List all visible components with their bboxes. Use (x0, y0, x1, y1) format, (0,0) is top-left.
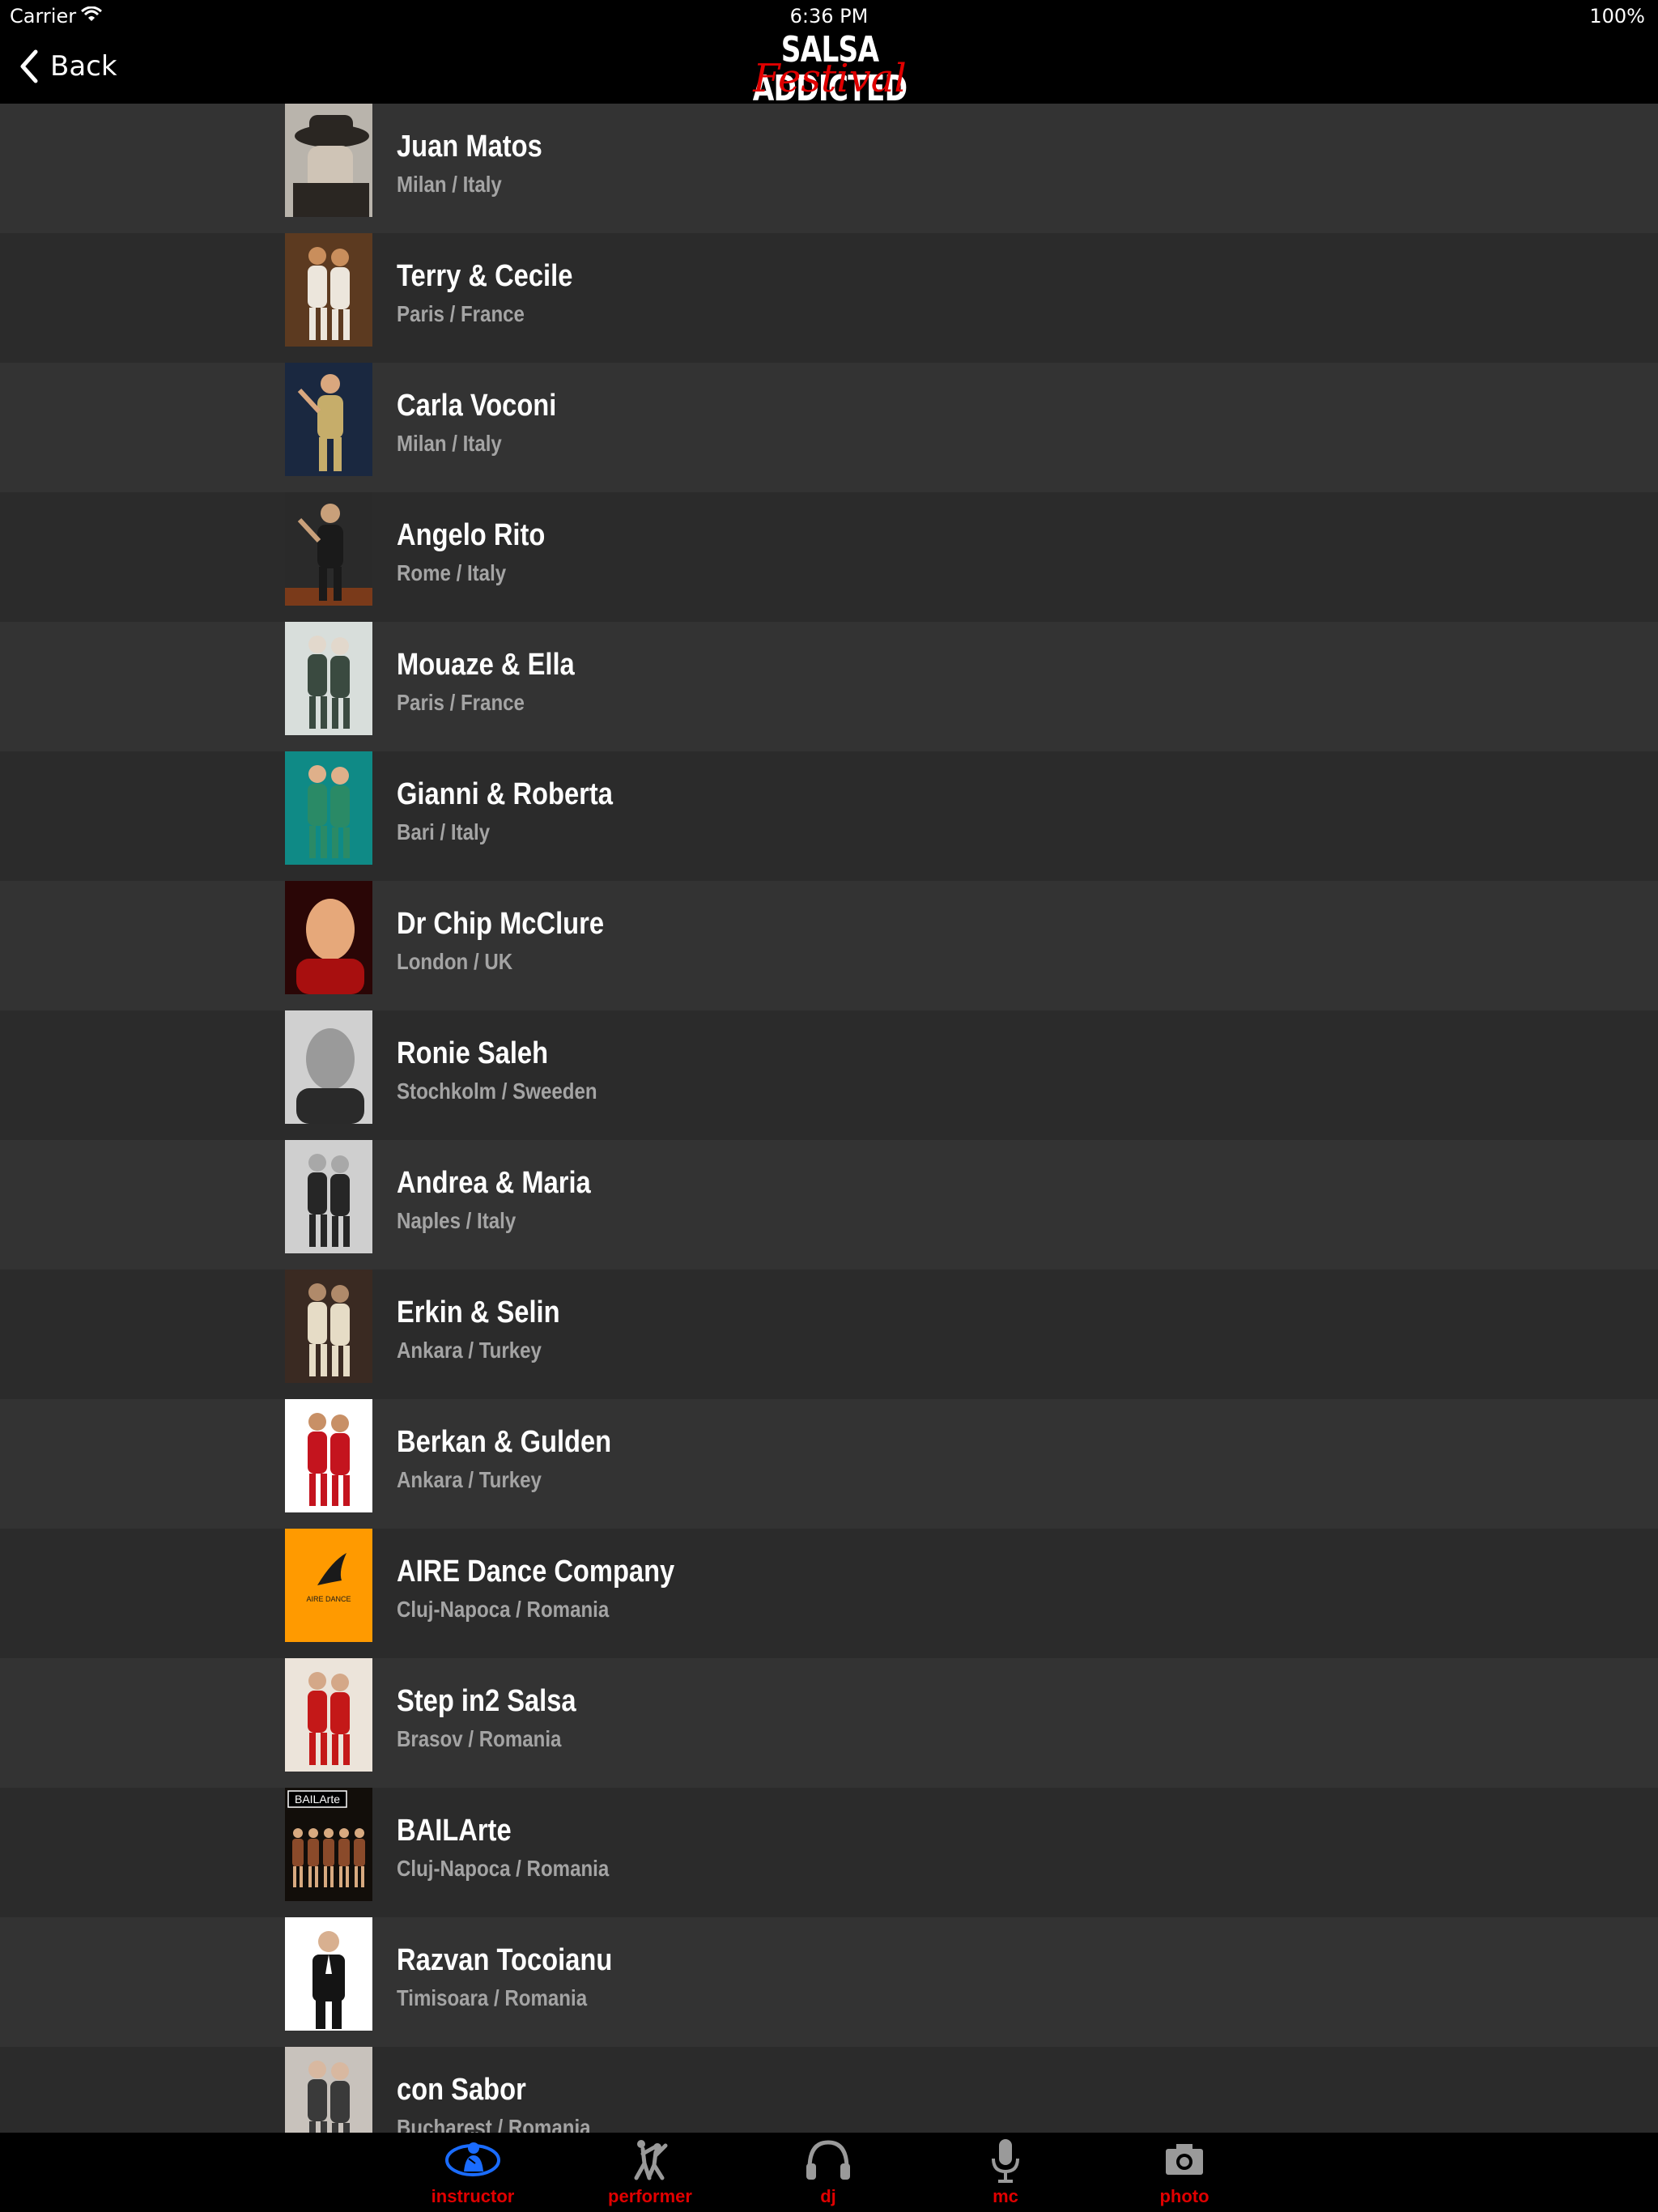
artist-photo: BAILArte (285, 1788, 372, 1901)
artist-name: Berkan & Gulden (397, 1425, 612, 1459)
tab-instructor[interactable]: instructor (408, 2133, 538, 2212)
artist-location: Bucharest / Romania (397, 2115, 591, 2133)
artist-name: AIRE Dance Company (397, 1555, 675, 1589)
artist-name: Mouaze & Ella (397, 648, 575, 682)
tab-dj-label: dj (820, 2186, 836, 2206)
artist-photo (285, 1658, 372, 1772)
artist-location: Cluj-Napoca / Romania (397, 1597, 610, 1622)
artist-name: Juan Matos (397, 130, 542, 164)
artist-location: Ankara / Turkey (397, 1467, 542, 1492)
tab-photo-label: photo (1159, 2186, 1209, 2206)
artist-row[interactable]: Terry & Cecile Paris / France (0, 233, 1658, 363)
artist-photo (285, 2047, 372, 2133)
artist-name: Angelo Rito (397, 518, 546, 552)
artist-row[interactable]: Mouaze & Ella Paris / France (0, 622, 1658, 751)
artist-photo (285, 1140, 372, 1253)
svg-text:BAILArte: BAILArte (295, 1793, 340, 1806)
artist-photo (285, 492, 372, 606)
back-label: Back (50, 50, 117, 83)
artist-row[interactable]: con Sabor Bucharest / Romania (0, 2047, 1658, 2133)
artist-location: Milan / Italy (397, 172, 502, 197)
artist-photo (285, 233, 372, 347)
artist-row[interactable]: Carla Voconi Milan / Italy (0, 363, 1658, 492)
artist-name: con Sabor (397, 2073, 526, 2107)
artist-list[interactable]: Juan Matos Milan / Italy Terry & Cecile Par… (0, 104, 1658, 2133)
tab-performer-label: performer (608, 2186, 692, 2206)
app-logo: SALSA ADDICTED Festival (704, 31, 955, 108)
artist-name: Ronie Saleh (397, 1036, 549, 1070)
tab-mc[interactable]: mc (941, 2133, 1070, 2212)
performer-icon (634, 2140, 668, 2180)
artist-location: Naples / Italy (397, 1208, 517, 1233)
headphones-icon (806, 2140, 850, 2180)
artist-location: Rome / Italy (397, 560, 507, 585)
artist-row[interactable]: Berkan & Gulden Ankara / Turkey (0, 1399, 1658, 1529)
artist-photo (285, 1917, 372, 2031)
navigation-bar: Back SALSA ADDICTED Festival (0, 31, 1658, 108)
tab-performer[interactable]: performer (585, 2133, 715, 2212)
artist-name: BAILArte (397, 1814, 512, 1848)
artist-row[interactable]: Erkin & Selin Ankara / Turkey (0, 1270, 1658, 1399)
artist-name: Carla Voconi (397, 389, 557, 423)
artist-location: Bari / Italy (397, 819, 491, 844)
artist-location: Timisoara / Romania (397, 1985, 588, 2010)
artist-row[interactable]: Juan Matos Milan / Italy (0, 104, 1658, 233)
artist-row[interactable]: Angelo Rito Rome / Italy (0, 492, 1658, 622)
tab-photo[interactable]: photo (1120, 2133, 1249, 2212)
tab-instructor-label: instructor (431, 2186, 515, 2206)
artist-location: Stochkolm / Sweeden (397, 1078, 597, 1104)
artist-row[interactable]: BAILArte BAILArte Cluj-Napoca / Romania (0, 1788, 1658, 1917)
artist-name: Razvan Tocoianu (397, 1943, 613, 1977)
artist-photo (285, 622, 372, 735)
artist-photo (285, 363, 372, 476)
artist-location: Paris / France (397, 301, 525, 326)
artist-row[interactable]: Step in2 Salsa Brasov / Romania (0, 1658, 1658, 1788)
artist-row[interactable]: Andrea & Maria Naples / Italy (0, 1140, 1658, 1270)
artist-photo: AIRE DANCE (285, 1529, 372, 1642)
artist-row[interactable]: Ronie Saleh Stochkolm / Sweeden (0, 1010, 1658, 1140)
battery-label: 100% (1589, 5, 1645, 28)
artist-location: Paris / France (397, 690, 525, 715)
artist-row[interactable]: Dr Chip McClure London / UK (0, 881, 1658, 1010)
artist-location: Cluj-Napoca / Romania (397, 1856, 610, 1881)
artist-name: Gianni & Roberta (397, 777, 613, 811)
artist-name: Terry & Cecile (397, 259, 573, 293)
artist-photo (285, 881, 372, 994)
artist-location: Ankara / Turkey (397, 1338, 542, 1363)
clock: 6:36 PM (789, 5, 869, 28)
artist-name: Erkin & Selin (397, 1295, 560, 1329)
artist-photo (285, 1010, 372, 1124)
artist-row[interactable]: AIRE DANCE AIRE Dance Company Cluj-Napoca … (0, 1529, 1658, 1658)
svg-text:AIRE DANCE: AIRE DANCE (306, 1595, 351, 1603)
artist-photo (285, 1399, 372, 1512)
artist-row[interactable]: Razvan Tocoianu Timisoara / Romania (0, 1917, 1658, 2047)
artist-photo (285, 1270, 372, 1383)
artist-location: London / UK (397, 949, 513, 974)
artist-photo (285, 751, 372, 865)
tab-dj[interactable]: dj (763, 2133, 893, 2212)
camera-icon (1166, 2144, 1203, 2175)
artist-name: Andrea & Maria (397, 1166, 591, 1200)
artist-name: Step in2 Salsa (397, 1684, 576, 1718)
back-button[interactable]: Back (18, 49, 117, 84)
artist-location: Milan / Italy (397, 431, 502, 456)
microphone-icon (992, 2139, 1019, 2183)
tab-mc-label: mc (993, 2186, 1018, 2206)
tab-bar: instructor performer dj mc photo (0, 2133, 1658, 2212)
chevron-left-icon (20, 49, 38, 83)
status-bar: Carrier 6:36 PM 100% (0, 0, 1658, 32)
artist-photo (285, 104, 372, 217)
artist-name: Dr Chip McClure (397, 907, 605, 941)
instructor-icon (445, 2142, 500, 2176)
artist-location: Brasov / Romania (397, 1726, 562, 1751)
logo-script-text: Festival (753, 56, 907, 101)
artist-row[interactable]: Gianni & Roberta Bari / Italy (0, 751, 1658, 881)
